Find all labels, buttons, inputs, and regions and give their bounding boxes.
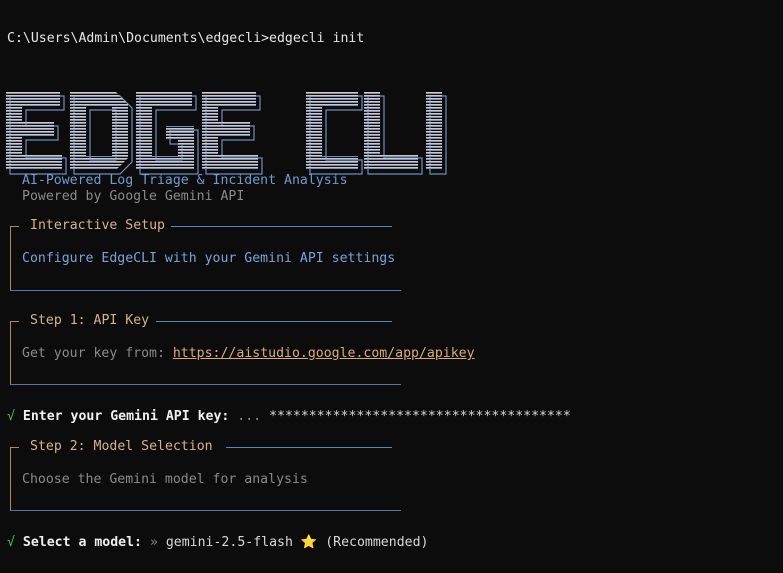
step1-description: Get your key from: https://aistudio.goog… bbox=[22, 346, 475, 362]
check-icon: √ bbox=[7, 535, 15, 550]
command-prompt: C:\Users\Admin\Documents\edgecli>edgecli… bbox=[7, 31, 365, 46]
check-icon: √ bbox=[7, 409, 15, 424]
interactive-setup-title: Interactive Setup bbox=[24, 218, 171, 234]
tagline: AI-Powered Log Triage & Incident Analysi… bbox=[22, 173, 348, 188]
model-prompt: √ Select a model: » gemini-2.5-flash ⭐ (… bbox=[7, 535, 428, 550]
step2-title: Step 2: Model Selection bbox=[24, 439, 219, 455]
api-key-input[interactable]: ************************************** bbox=[269, 409, 571, 424]
api-key-label: Enter your Gemini API key: bbox=[22, 409, 230, 424]
powered-by: Powered by Google Gemini API bbox=[22, 189, 245, 204]
star-icon: ⭐ bbox=[300, 535, 318, 550]
chevron-icon: » bbox=[149, 535, 158, 550]
step2-description: Choose the Gemini model for analysis bbox=[22, 472, 308, 487]
step1-description-prefix: Get your key from: bbox=[22, 346, 173, 361]
interactive-setup-panel: Interactive Setup Configure EdgeCLI with… bbox=[10, 218, 401, 291]
api-key-separator: ... bbox=[237, 409, 262, 424]
edgecli-banner bbox=[6, 62, 451, 175]
api-key-link[interactable]: https://aistudio.google.com/app/apikey bbox=[173, 346, 475, 361]
api-key-prompt: √ Enter your Gemini API key: ... *******… bbox=[7, 409, 571, 424]
model-select-value[interactable]: gemini-2.5-flash bbox=[166, 535, 293, 550]
step1-title: Step 1: API Key bbox=[24, 313, 156, 329]
recommended-note: (Recommended) bbox=[325, 535, 429, 550]
step2-panel: Step 2: Model Selection Choose the Gemin… bbox=[10, 439, 401, 511]
interactive-setup-description: Configure EdgeCLI with your Gemini API s… bbox=[22, 251, 396, 266]
banner-logo bbox=[6, 92, 447, 175]
model-label: Select a model: bbox=[22, 535, 142, 550]
step1-panel: Step 1: API Key Get your key from: https… bbox=[10, 313, 475, 385]
